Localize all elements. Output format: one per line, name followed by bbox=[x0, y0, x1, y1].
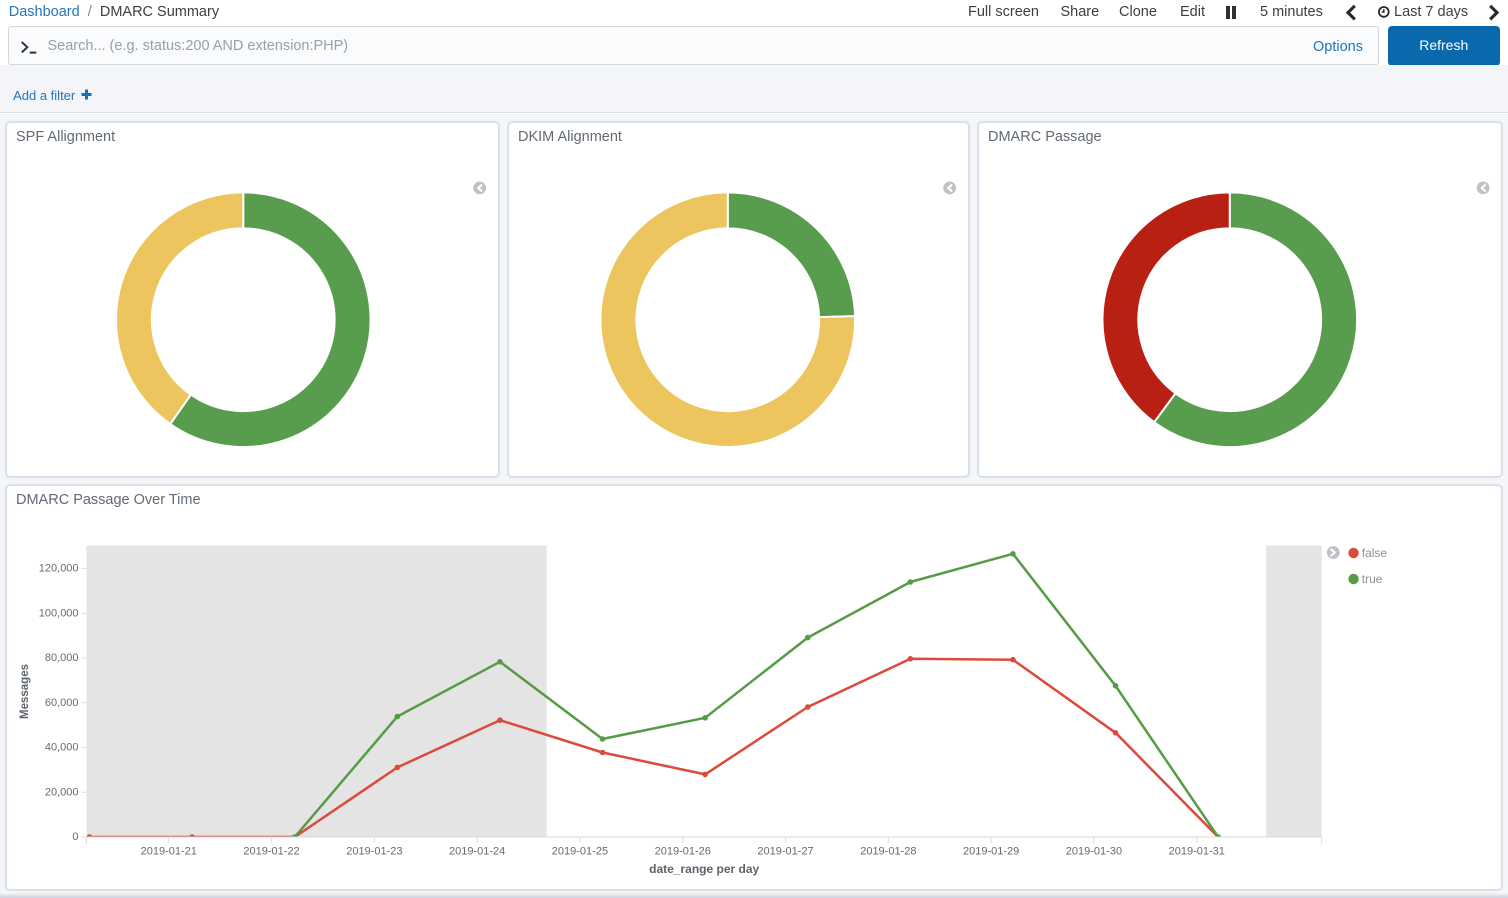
svg-text:0: 0 bbox=[72, 831, 78, 843]
svg-text:20,000: 20,000 bbox=[45, 786, 79, 798]
svg-text:60,000: 60,000 bbox=[45, 696, 79, 708]
svg-text:2019-01-27: 2019-01-27 bbox=[757, 845, 813, 857]
svg-text:2019-01-31: 2019-01-31 bbox=[1169, 845, 1225, 857]
svg-text:2019-01-30: 2019-01-30 bbox=[1066, 845, 1122, 857]
svg-text:2019-01-29: 2019-01-29 bbox=[963, 845, 1019, 857]
svg-text:2019-01-28: 2019-01-28 bbox=[860, 845, 916, 857]
svg-text:2019-01-21: 2019-01-21 bbox=[141, 845, 197, 857]
svg-text:2019-01-25: 2019-01-25 bbox=[552, 845, 608, 857]
svg-text:true: true bbox=[1362, 572, 1383, 586]
svg-text:2019-01-23: 2019-01-23 bbox=[346, 845, 402, 857]
svg-text:Messages: Messages bbox=[19, 664, 31, 719]
svg-text:120,000: 120,000 bbox=[39, 562, 79, 574]
svg-text:false: false bbox=[1362, 546, 1388, 560]
svg-text:date_range per day: date_range per day bbox=[649, 862, 759, 876]
svg-text:2019-01-24: 2019-01-24 bbox=[449, 845, 505, 857]
svg-text:2019-01-22: 2019-01-22 bbox=[243, 845, 299, 857]
svg-text:80,000: 80,000 bbox=[45, 652, 79, 664]
svg-text:2019-01-26: 2019-01-26 bbox=[655, 845, 711, 857]
svg-text:40,000: 40,000 bbox=[45, 741, 79, 753]
svg-text:100,000: 100,000 bbox=[39, 607, 79, 619]
